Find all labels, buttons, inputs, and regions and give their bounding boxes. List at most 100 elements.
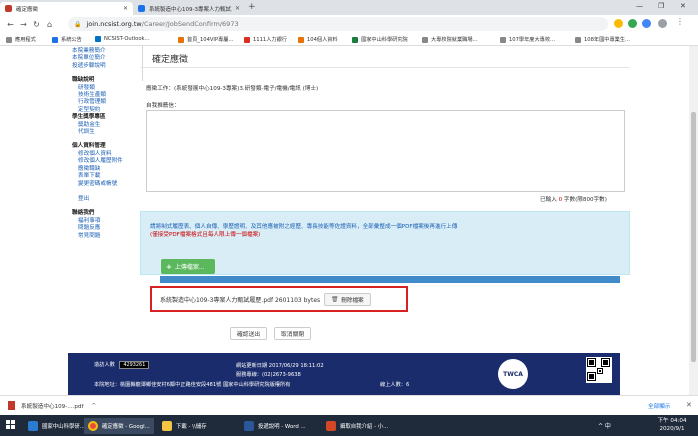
sidebar-item-applied[interactable]: 應徵職缺: [72, 166, 132, 173]
upload-file-button[interactable]: + 上傳檔案...: [161, 259, 215, 274]
upload-warning: (僅接受PDF檔案格式且每人限上傳一個檔案): [150, 232, 261, 238]
update-date: 網站更新日期 2017/06/29 18:11:02: [236, 363, 324, 369]
sidebar-item-rd[interactable]: 研發類: [72, 85, 132, 92]
show-all-downloads-link[interactable]: 全部顯示: [648, 402, 670, 410]
close-window-button[interactable]: ✕: [680, 2, 686, 10]
close-download-bar-icon[interactable]: ✕: [686, 401, 692, 409]
taskbar-item-edge[interactable]: 國家中山科學研...: [24, 418, 89, 434]
sidebar-item-forms[interactable]: 表單下載: [72, 173, 132, 180]
extension-icon[interactable]: [628, 19, 637, 28]
upload-panel: 請將制式履歷表、個人自傳、學歷證明、及其他應被附之經歷、專長技能等佐證資料，全部…: [140, 211, 630, 275]
windows-start-icon[interactable]: [6, 420, 16, 430]
sidebar-section-jobs: 職缺說明: [72, 77, 95, 84]
edge-icon: [28, 421, 38, 431]
forward-icon[interactable]: →: [17, 20, 30, 29]
page-scrollbar[interactable]: [689, 46, 698, 395]
bookmark-item[interactable]: 108年國中專業生...: [575, 36, 630, 43]
sidebar-item-feedback[interactable]: 問題反應: [72, 225, 132, 232]
sidebar-item-trainee[interactable]: 代訓生: [72, 129, 132, 136]
maximize-button[interactable]: ❐: [658, 2, 664, 10]
cancel-close-button[interactable]: 取消關閉: [274, 327, 312, 340]
sidebar-link-units[interactable]: 本院單位簡介: [72, 55, 132, 62]
twca-badge[interactable]: TWCA: [498, 359, 528, 389]
bookmark-favicon-icon: [95, 36, 101, 42]
page-title: 確定應徵: [152, 55, 189, 65]
home-icon[interactable]: ⌂: [43, 20, 56, 29]
minimize-button[interactable]: —: [636, 2, 643, 10]
word-icon: [244, 421, 254, 431]
new-tab-button[interactable]: +: [248, 2, 256, 12]
sidebar-item-benefits[interactable]: 福利事項: [72, 218, 132, 225]
divider: [140, 67, 630, 68]
folder-icon: [575, 36, 581, 43]
bookmark-item[interactable]: 國家中山科學研究院: [352, 36, 408, 43]
bookmark-favicon-icon: [352, 36, 358, 43]
qr-code-icon: [586, 357, 612, 383]
sidebar-item-admin[interactable]: 行政管理類: [72, 99, 132, 106]
system-tray[interactable]: ^ 中: [598, 421, 611, 430]
sidebar-item-scholarship[interactable]: 獎助金生: [72, 122, 132, 129]
sidebar-section-profile: 個人資料管理: [72, 143, 106, 150]
tab-confirm-apply[interactable]: 確定應徵 ✕: [0, 2, 133, 15]
upload-note: 請將制式履歷表、個人自傳、學歷證明、及其他應被附之經歷、專長技能等佐證資料，全部…: [150, 224, 458, 230]
bookmark-item[interactable]: 104個人資料: [298, 36, 338, 43]
divider: [142, 46, 143, 81]
menu-icon[interactable]: ⋮: [676, 17, 685, 26]
bookmark-item[interactable]: 1111人力銀行: [244, 36, 287, 43]
visit-count-value: 4293261: [119, 361, 150, 369]
clock-date: 2020/9/1: [659, 426, 685, 432]
online-count: 線上人數：6: [380, 382, 410, 388]
sidebar-item-password[interactable]: 變更密碼或帳號: [72, 181, 132, 188]
url-bar[interactable]: 🔒 join.ncsist.org.tw /Career/JobSendConf…: [68, 17, 608, 31]
sidebar-item-faq[interactable]: 常見問題: [72, 233, 132, 240]
taskbar-item-word[interactable]: 投遞說明 - Word ...: [240, 418, 310, 434]
self-recommend-textarea[interactable]: [146, 110, 625, 192]
extension-icon[interactable]: [642, 19, 651, 28]
sidebar-section-students: 學生獎學專區: [72, 114, 106, 121]
upload-progress-bar: [160, 276, 620, 283]
bookmark-item[interactable]: 107學年度大專校...: [500, 36, 555, 43]
scrollbar-thumb[interactable]: [691, 112, 696, 362]
taskbar-item-chrome[interactable]: 確定應徵 - Googl...: [84, 418, 154, 434]
footer-address: 本院地址：桃園縣龍潭鄉佳安村6鄰中正路佳安段481號 國家中山科學研究院版權所有: [94, 382, 291, 388]
site-favicon-icon: [138, 5, 145, 12]
recommend-label: 自我推薦信：: [146, 103, 180, 109]
trash-icon: 🗑: [331, 296, 339, 303]
taskbar-clock[interactable]: 下午 04:04 2020/9/1: [652, 417, 692, 433]
profile-avatar-icon[interactable]: [658, 19, 667, 28]
bookmark-item[interactable]: 大專校院就業職場...: [422, 36, 477, 43]
bookmarks-bar: 應用程式 系統公告 NCSIST-Outlook... 首頁_104VIP專屬.…: [0, 33, 698, 46]
bookmark-item[interactable]: 首頁_104VIP專屬...: [178, 36, 233, 43]
folder-icon: [162, 421, 172, 431]
extension-icon[interactable]: [614, 19, 623, 28]
back-icon[interactable]: ←: [4, 20, 17, 29]
service-phone: 服務專線：(02)2673-9638: [236, 372, 301, 378]
delete-file-button[interactable]: 🗑 刪除檔案: [324, 293, 371, 306]
taskbar-item-explorer[interactable]: 下載 - \\儲存: [158, 418, 211, 434]
download-bar: 系統製造中心109-....pdf ^ 全部顯示 ✕: [0, 395, 698, 415]
tab-job-posting[interactable]: 系統製造中心109-3專案人力甄試... ✕: [133, 2, 245, 15]
sidebar-nav: 本院業務簡介 本院單位簡介 投遞步驟說明 職缺說明 研發類 技術生產類 行政管理…: [72, 46, 132, 240]
close-tab-icon[interactable]: ✕: [123, 5, 128, 12]
bookmark-item[interactable]: 系統公告: [52, 36, 82, 43]
powerpoint-icon: [326, 421, 336, 431]
sidebar-item-logout[interactable]: 登出: [72, 196, 132, 203]
reload-icon[interactable]: ↻: [30, 20, 43, 29]
chevron-up-icon[interactable]: ^: [91, 403, 96, 409]
uploaded-file-row: 系統製造中心109-3專案人力甄試履歷.pdf 2601103 bytes 🗑 …: [160, 293, 371, 306]
sidebar-link-steps[interactable]: 投遞步驟說明: [72, 63, 132, 70]
visit-counter: 造訪人數 4293261: [94, 361, 150, 369]
bookmark-apps[interactable]: 應用程式: [6, 36, 36, 43]
close-tab-icon[interactable]: ✕: [235, 5, 240, 12]
pdf-file-icon: [8, 401, 15, 410]
web-page: 本院業務簡介 本院單位簡介 投遞步驟說明 職缺說明 研發類 技術生產類 行政管理…: [0, 46, 698, 395]
apps-icon: [6, 36, 12, 43]
confirm-submit-button[interactable]: 確認送出: [230, 327, 268, 340]
bookmark-favicon-icon: [178, 36, 184, 43]
bookmark-favicon-icon: [52, 36, 58, 43]
download-item[interactable]: 系統製造中心109-....pdf ^: [8, 401, 96, 410]
url-path: /Career/JobSendConfirm/6973: [141, 20, 239, 28]
sidebar-item-edit-resume[interactable]: 修改個人履歷附件: [72, 158, 132, 165]
taskbar-item-ppt[interactable]: 攝取自我介紹 - 小...: [322, 418, 392, 434]
bookmark-item[interactable]: NCSIST-Outlook...: [95, 36, 149, 42]
